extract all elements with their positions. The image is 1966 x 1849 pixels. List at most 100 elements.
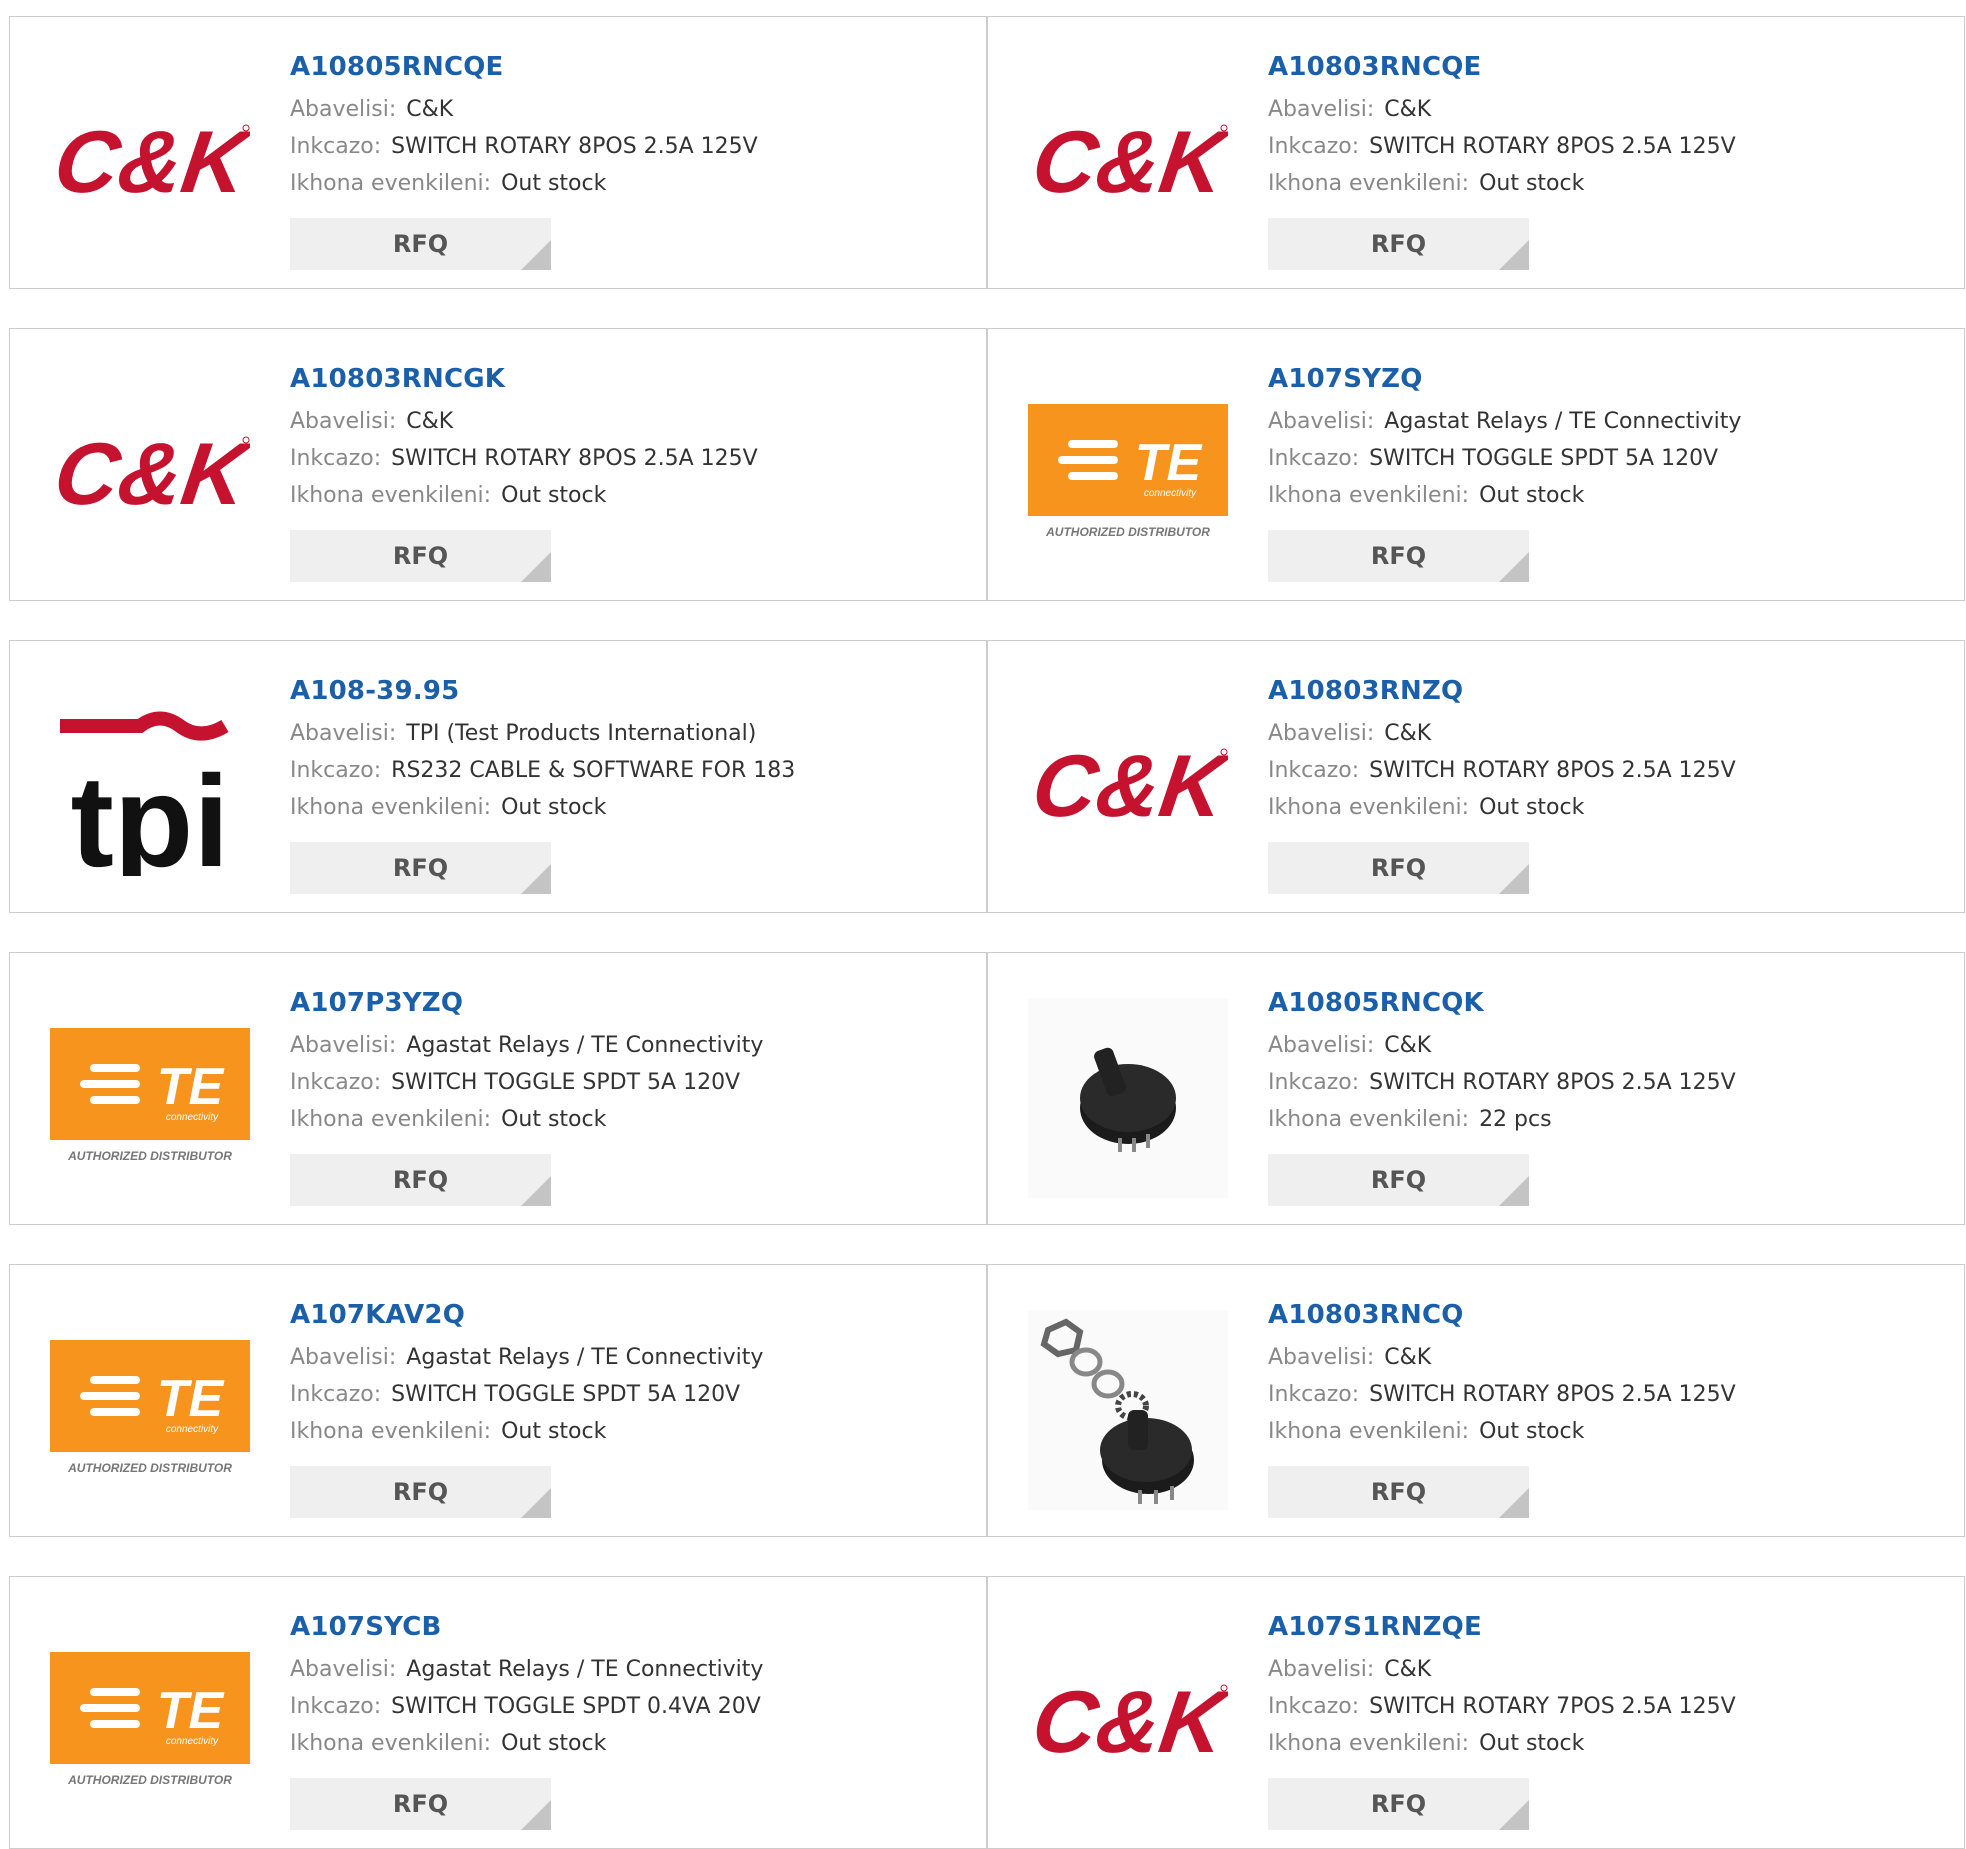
manufacturer-row: Abavelisi: C&K xyxy=(290,91,976,128)
corner-decoration xyxy=(521,1488,551,1518)
part-number-link[interactable]: A10803RNCGK xyxy=(290,361,976,397)
ck-logo: C&K xyxy=(50,112,250,212)
rfq-button[interactable]: RFQ xyxy=(290,530,551,582)
part-number-link[interactable]: A107SYZQ xyxy=(1268,361,1954,397)
product-info: A108-39.95 Abavelisi: TPI (Test Products … xyxy=(290,673,976,826)
part-number-link[interactable]: A107S1RNZQE xyxy=(1268,1609,1954,1645)
product-image xyxy=(1028,998,1228,1198)
stock-label: Ikhona evenkileni: xyxy=(1268,1419,1470,1444)
product-image xyxy=(1028,1310,1228,1510)
manufacturer-value: C&K xyxy=(1384,1345,1432,1370)
manufacturer-label: Abavelisi: xyxy=(1268,409,1375,434)
stock-row: Ikhona evenkileni: Out stock xyxy=(290,1101,976,1138)
product-image: C&K xyxy=(50,62,250,262)
product-card: TE connectivity AUTHORIZED DISTRIBUTOR A… xyxy=(9,1264,987,1537)
stock-row: Ikhona evenkileni: Out stock xyxy=(290,1725,976,1762)
stock-label: Ikhona evenkileni: xyxy=(1268,795,1470,820)
ck-logo: C&K xyxy=(1028,736,1228,836)
manufacturer-value: Agastat Relays / TE Connectivity xyxy=(406,1657,764,1682)
manufacturer-row: Abavelisi: TPI (Test Products Internation… xyxy=(290,715,976,752)
description-value: SWITCH ROTARY 7POS 2.5A 125V xyxy=(1369,1694,1736,1719)
manufacturer-row: Abavelisi: Agastat Relays / TE Connectivi… xyxy=(290,1651,976,1688)
manufacturer-row: Abavelisi: C&K xyxy=(290,403,976,440)
description-value: SWITCH ROTARY 8POS 2.5A 125V xyxy=(391,446,758,471)
te-logo: TE connectivity AUTHORIZED DISTRIBUTOR xyxy=(50,1340,250,1480)
product-info: A107S1RNZQE Abavelisi: C&K Inkcazo: SWITCH… xyxy=(1268,1609,1954,1762)
description-label: Inkcazo: xyxy=(290,1070,382,1095)
description-value: SWITCH TOGGLE SPDT 5A 120V xyxy=(391,1070,741,1095)
corner-decoration xyxy=(521,240,551,270)
product-info: A10803RNZQ Abavelisi: C&K Inkcazo: SWITCH … xyxy=(1268,673,1954,826)
stock-value: Out stock xyxy=(501,1731,607,1756)
product-card: TE connectivity AUTHORIZED DISTRIBUTOR A… xyxy=(987,328,1965,601)
part-number-link[interactable]: A10805RNCQK xyxy=(1268,985,1954,1021)
description-value: SWITCH TOGGLE SPDT 5A 120V xyxy=(1369,446,1719,471)
part-number-link[interactable]: A107SYCB xyxy=(290,1609,976,1645)
manufacturer-row: Abavelisi: C&K xyxy=(1268,1027,1954,1064)
rfq-button[interactable]: RFQ xyxy=(290,1466,551,1518)
rfq-label: RFQ xyxy=(1370,230,1427,258)
stock-row: Ikhona evenkileni: Out stock xyxy=(290,1413,976,1450)
description-label: Inkcazo: xyxy=(290,1694,382,1719)
rfq-label: RFQ xyxy=(1370,1166,1427,1194)
manufacturer-label: Abavelisi: xyxy=(290,97,397,122)
rfq-button[interactable]: RFQ xyxy=(290,1154,551,1206)
ck-logo: C&K xyxy=(1028,112,1228,212)
description-value: SWITCH ROTARY 8POS 2.5A 125V xyxy=(1369,758,1736,783)
stock-value: Out stock xyxy=(501,1107,607,1132)
rfq-button[interactable]: RFQ xyxy=(1268,218,1529,270)
corner-decoration xyxy=(521,1800,551,1830)
product-info: A10803RNCQE Abavelisi: C&K Inkcazo: SWITCH… xyxy=(1268,49,1954,202)
product-image: tpi xyxy=(50,686,250,886)
product-card: C&K A107S1RNZQE Abavelisi: C&K Inkcazo: SW… xyxy=(987,1576,1965,1849)
rfq-button[interactable]: RFQ xyxy=(1268,842,1529,894)
stock-label: Ikhona evenkileni: xyxy=(290,795,492,820)
stock-row: Ikhona evenkileni: Out stock xyxy=(1268,165,1954,202)
part-number-link[interactable]: A10803RNZQ xyxy=(1268,673,1954,709)
rfq-button[interactable]: RFQ xyxy=(1268,1778,1529,1830)
rfq-button[interactable]: RFQ xyxy=(1268,1154,1529,1206)
product-info: A10803RNCQ Abavelisi: C&K Inkcazo: SWITCH … xyxy=(1268,1297,1954,1450)
product-card: A10805RNCQK Abavelisi: C&K Inkcazo: SWITCH… xyxy=(987,952,1965,1225)
description-label: Inkcazo: xyxy=(1268,446,1360,471)
te-logo: TE connectivity AUTHORIZED DISTRIBUTOR xyxy=(1028,404,1228,544)
manufacturer-row: Abavelisi: C&K xyxy=(1268,1651,1954,1688)
rfq-label: RFQ xyxy=(1370,1790,1427,1818)
manufacturer-value: C&K xyxy=(406,97,454,122)
rfq-button[interactable]: RFQ xyxy=(290,842,551,894)
stock-value: Out stock xyxy=(501,171,607,196)
description-row: Inkcazo: RS232 CABLE & SOFTWARE FOR 183 xyxy=(290,752,976,789)
product-info: A10803RNCGK Abavelisi: C&K Inkcazo: SWITCH… xyxy=(290,361,976,514)
part-number-link[interactable]: A10803RNCQ xyxy=(1268,1297,1954,1333)
part-number-link[interactable]: A107KAV2Q xyxy=(290,1297,976,1333)
corner-decoration xyxy=(1499,1800,1529,1830)
product-card: tpi A108-39.95 Abavelisi: TPI (Test Produ… xyxy=(9,640,987,913)
part-number-link[interactable]: A10805RNCQE xyxy=(290,49,976,85)
part-number-link[interactable]: A107P3YZQ xyxy=(290,985,976,1021)
rfq-label: RFQ xyxy=(1370,542,1427,570)
rfq-button[interactable]: RFQ xyxy=(290,1778,551,1830)
part-number-link[interactable]: A108-39.95 xyxy=(290,673,976,709)
product-card: TE connectivity AUTHORIZED DISTRIBUTOR A… xyxy=(9,952,987,1225)
description-label: Inkcazo: xyxy=(1268,1382,1360,1407)
part-number-link[interactable]: A10803RNCQE xyxy=(1268,49,1954,85)
te-logo-text: TE xyxy=(1135,434,1203,492)
stock-label: Ikhona evenkileni: xyxy=(1268,483,1470,508)
product-info: A10805RNCQK Abavelisi: C&K Inkcazo: SWITCH… xyxy=(1268,985,1954,1138)
stock-row: Ikhona evenkileni: Out stock xyxy=(1268,1413,1954,1450)
description-row: Inkcazo: SWITCH ROTARY 8POS 2.5A 125V xyxy=(1268,752,1954,789)
rfq-button[interactable]: RFQ xyxy=(290,218,551,270)
product-image: C&K xyxy=(50,374,250,574)
rfq-label: RFQ xyxy=(392,1478,449,1506)
rfq-button[interactable]: RFQ xyxy=(1268,1466,1529,1518)
stock-label: Ikhona evenkileni: xyxy=(290,483,492,508)
description-label: Inkcazo: xyxy=(290,1382,382,1407)
tpi-logo: tpi xyxy=(50,696,250,876)
rfq-button[interactable]: RFQ xyxy=(1268,530,1529,582)
rotary-switch-photo xyxy=(1028,998,1228,1198)
stock-value: Out stock xyxy=(501,1419,607,1444)
stock-value: Out stock xyxy=(501,795,607,820)
te-badge-text: AUTHORIZED DISTRIBUTOR xyxy=(67,1773,232,1787)
manufacturer-label: Abavelisi: xyxy=(290,1657,397,1682)
manufacturer-label: Abavelisi: xyxy=(290,409,397,434)
